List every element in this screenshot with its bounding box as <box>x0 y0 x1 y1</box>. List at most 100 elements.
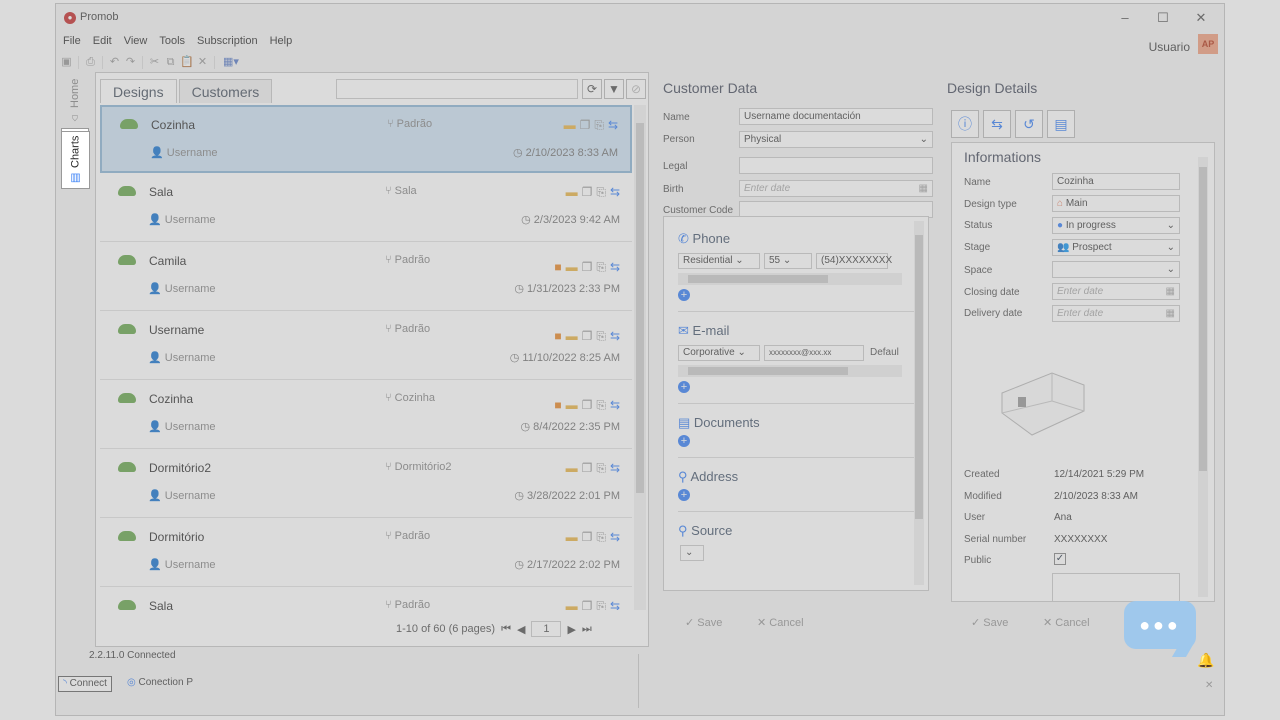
folder-icon[interactable]: ▬ <box>566 600 578 610</box>
public-checkbox[interactable]: ✓ <box>1054 553 1066 565</box>
next-page-icon[interactable]: ▶ <box>567 623 575 636</box>
list-item[interactable]: Sala ⑂ Padrão ▬ ❐ ⎘ ⇆ <box>100 588 632 610</box>
close-icon[interactable]: ✕ <box>1186 8 1216 28</box>
calendar-icon[interactable]: ▦ <box>1166 284 1175 299</box>
phone-number-field[interactable]: (54)XXXXXXXX <box>816 253 892 269</box>
share-icon[interactable]: ⇆ <box>610 186 620 198</box>
menu-help[interactable]: Help <box>270 35 293 51</box>
tab-designs[interactable]: Designs <box>100 79 177 103</box>
export-icon[interactable]: ⎘ <box>596 462 606 474</box>
email-type-select[interactable]: Corporative ⌄ <box>678 345 760 361</box>
save-icon[interactable]: ▣ <box>60 56 73 69</box>
list-item[interactable]: Dormitório2 👤 Username ⑂ Dormitório2 ▬ ❐… <box>100 450 632 518</box>
clear-filter-icon[interactable]: ⊘ <box>626 79 646 99</box>
duplicate-icon[interactable]: ❐ <box>582 462 593 474</box>
avatar[interactable]: AP <box>1198 34 1218 54</box>
menu-view[interactable]: View <box>124 35 148 51</box>
tab-charts-highlight[interactable]: ▥ Charts <box>61 131 90 189</box>
export-icon[interactable]: ⎘ <box>596 261 606 273</box>
delete-icon[interactable]: ✕ <box>196 56 209 69</box>
folder-icon[interactable]: ▬ <box>566 186 578 198</box>
bell-icon[interactable]: 🔔 <box>1197 652 1214 669</box>
list-item[interactable]: Cozinha 👤 Username ⑂ Padrão ▬ ❐ ⎘ ⇆ ◷ 2/… <box>100 105 632 173</box>
share-icon[interactable]: ⇆ <box>610 330 620 342</box>
scrollbar-thumb[interactable] <box>688 367 848 375</box>
stage-select[interactable]: 👥 Prospect ⌄ <box>1052 239 1180 256</box>
share-icon[interactable]: ⇆ <box>610 261 620 273</box>
duplicate-icon[interactable]: ❐ <box>582 186 593 198</box>
export-icon[interactable]: ⎘ <box>596 531 606 543</box>
list-item[interactable]: Camila 👤 Username ⑂ Padrão ■ ▬ ❐ ⎘ ⇆ ◷ 1… <box>100 243 632 311</box>
menu-edit[interactable]: Edit <box>93 35 112 51</box>
duplicate-icon[interactable]: ❐ <box>582 600 593 610</box>
tab-home[interactable]: ⌂ Home <box>61 76 89 126</box>
share-icon[interactable]: ⇆ <box>608 119 618 131</box>
cut-icon[interactable]: ✂ <box>148 56 161 69</box>
info-icon[interactable]: ⓘ <box>951 110 979 138</box>
detail-name-field[interactable]: Cozinha <box>1052 173 1180 190</box>
birth-date-field[interactable]: Enter date ▦ <box>739 180 933 197</box>
folder-icon[interactable]: ▬ <box>566 531 578 543</box>
scrollbar-thumb[interactable] <box>1199 167 1207 471</box>
export-icon[interactable]: ⎘ <box>596 600 606 610</box>
list-item[interactable]: Cozinha 👤 Username ⑂ Cozinha ■ ▬ ❐ ⎘ ⇆ ◷… <box>100 381 632 449</box>
redo-icon[interactable]: ↷ <box>124 56 137 69</box>
dismiss-icon[interactable]: ✕ <box>1205 680 1213 691</box>
export-icon[interactable]: ⎘ <box>594 119 604 131</box>
first-page-icon[interactable]: ⏮ <box>501 623 511 636</box>
duplicate-icon[interactable]: ❐ <box>582 261 593 273</box>
print-icon[interactable]: ⎙ <box>84 56 97 69</box>
notes-icon[interactable]: ▤ <box>1047 110 1075 138</box>
delivery-date-field[interactable]: Enter date ▦ <box>1052 305 1180 322</box>
list-item[interactable]: Username 👤 Username ⑂ Padrão ■ ▬ ❐ ⎘ ⇆ ◷… <box>100 312 632 380</box>
add-document-button[interactable]: + <box>678 435 690 447</box>
duplicate-icon[interactable]: ❐ <box>582 399 593 411</box>
duplicate-icon[interactable]: ❐ <box>582 531 593 543</box>
source-select[interactable]: ⌄ <box>680 545 704 561</box>
folder-icon[interactable]: ▬ <box>566 399 578 411</box>
phone-country-code[interactable]: 55 ⌄ <box>764 253 812 269</box>
customer-save-button[interactable]: ✓ Save <box>685 616 722 629</box>
filter-icon[interactable]: ▼ <box>604 79 624 99</box>
folder-icon[interactable]: ▬ <box>566 261 578 273</box>
email-field[interactable]: xxxxxxxx@xxx.xx <box>764 345 864 361</box>
customer-scrollbar[interactable] <box>914 221 924 585</box>
status-select[interactable]: ● In progress ⌄ <box>1052 217 1180 234</box>
notes-field[interactable] <box>1052 573 1180 601</box>
page-number-input[interactable]: 1 <box>531 621 562 637</box>
menu-subscription[interactable]: Subscription <box>197 35 258 51</box>
prev-page-icon[interactable]: ◀ <box>517 623 525 636</box>
list-item[interactable]: Dormitório 👤 Username ⑂ Padrão ▬ ❐ ⎘ ⇆ ◷… <box>100 519 632 587</box>
legal-field[interactable] <box>739 157 933 174</box>
phone-type-select[interactable]: Residential ⌄ <box>678 253 760 269</box>
closing-date-field[interactable]: Enter date ▦ <box>1052 283 1180 300</box>
scrollbar-thumb[interactable] <box>915 235 923 519</box>
customer-alert-icon[interactable]: ■ <box>554 330 561 342</box>
connection-item[interactable]: ◎ Conection P <box>123 676 197 692</box>
folder-icon[interactable]: ▬ <box>564 119 576 131</box>
duplicate-icon[interactable]: ❐ <box>582 330 593 342</box>
menu-file[interactable]: File <box>63 35 81 51</box>
add-email-button[interactable]: + <box>678 381 690 393</box>
details-scrollbar[interactable] <box>1198 157 1208 597</box>
details-cancel-button[interactable]: ✕ Cancel <box>1043 616 1090 629</box>
tab-customers[interactable]: Customers <box>178 79 273 103</box>
history-icon[interactable]: ↺ <box>1015 110 1043 138</box>
refresh-icon[interactable]: ⟳ <box>582 79 602 99</box>
menu-tools[interactable]: Tools <box>159 35 185 51</box>
paste-icon[interactable]: 📋 <box>180 56 194 69</box>
folder-icon[interactable]: ▬ <box>566 462 578 474</box>
search-input[interactable] <box>336 79 578 99</box>
undo-icon[interactable]: ↶ <box>108 56 121 69</box>
add-phone-button[interactable]: + <box>678 289 690 301</box>
designs-scrollbar[interactable] <box>634 105 646 610</box>
space-select[interactable]: ⌄ <box>1052 261 1180 278</box>
details-save-button[interactable]: ✓ Save <box>971 616 1008 629</box>
email-scrollbar[interactable] <box>678 365 902 377</box>
customer-alert-icon[interactable]: ■ <box>554 399 561 411</box>
export-icon[interactable]: ⎘ <box>596 330 606 342</box>
calendar-icon[interactable]: ▦ <box>919 181 928 196</box>
connect-button[interactable]: ◝ Connect <box>58 676 112 692</box>
user-name[interactable]: Usuario <box>1149 40 1190 54</box>
list-item[interactable]: Sala 👤 Username ⑂ Sala ▬ ❐ ⎘ ⇆ ◷ 2/3/202… <box>100 174 632 242</box>
